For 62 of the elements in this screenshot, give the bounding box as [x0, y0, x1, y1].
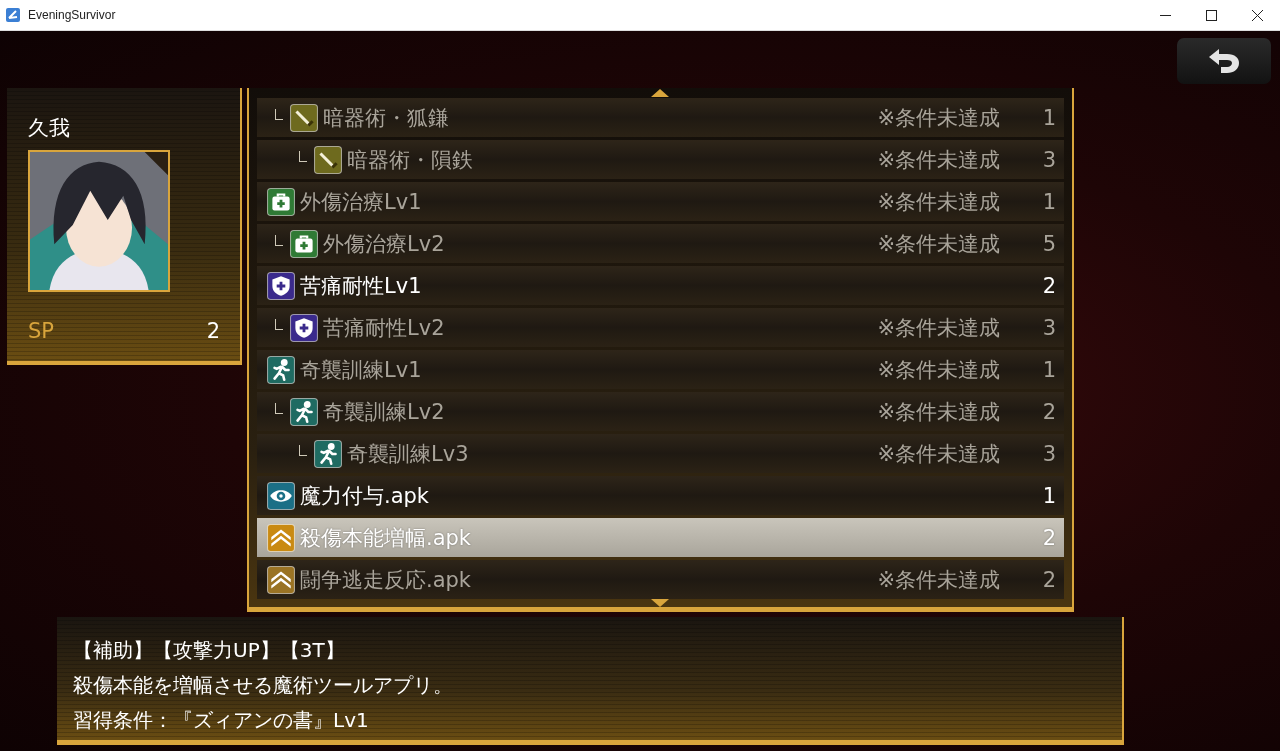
skill-name: 暗器術・狐鎌 [323, 104, 449, 132]
skill-cost: 5 [1041, 231, 1056, 256]
skill-row[interactable]: 外傷治療Lv1 ※条件未達成 1 [257, 182, 1064, 221]
skill-name: 奇襲訓練Lv1 [300, 356, 422, 384]
skill-cost: 1 [1041, 483, 1056, 508]
skill-name: 奇襲訓練Lv3 [347, 440, 469, 468]
condition-text: ※条件未達成 [877, 566, 1000, 594]
skill-cost: 1 [1041, 105, 1056, 130]
tree-connector [275, 109, 283, 120]
back-button[interactable] [1177, 38, 1271, 84]
character-name: 久我 [28, 115, 71, 142]
skill-name: 苦痛耐性Lv2 [323, 314, 445, 342]
skill-name: 闘争逃走反応.apk [300, 566, 472, 594]
skill-row[interactable]: 外傷治療Lv2 ※条件未達成 5 [257, 224, 1064, 263]
close-icon [1251, 9, 1263, 21]
condition-text: ※条件未達成 [877, 356, 1000, 384]
skill-name: 苦痛耐性Lv1 [300, 272, 422, 300]
description-text: 【補助】【攻撃力UP】【3T】 [73, 637, 346, 664]
skill-cost: 2 [1041, 399, 1056, 424]
skill-name: 暗器術・隕鉄 [347, 146, 473, 174]
condition-text: ※条件未達成 [877, 230, 1000, 258]
back-arrow-icon [1207, 48, 1241, 74]
skill-cost: 3 [1041, 315, 1056, 340]
skill-name: 魔力付与.apk [300, 482, 430, 510]
skill-row[interactable]: 苦痛耐性Lv2 ※条件未達成 3 [257, 308, 1064, 347]
condition-text: ※条件未達成 [877, 104, 1000, 132]
skill-row[interactable]: 奇襲訓練Lv3 ※条件未達成 3 [257, 434, 1064, 473]
description-text: 習得条件：『ズィアンの書』Lv1 [73, 707, 370, 734]
skill-name: 外傷治療Lv2 [323, 230, 445, 258]
skill-row[interactable]: 苦痛耐性Lv1 2 [257, 266, 1064, 305]
skill-row[interactable]: 奇襲訓練Lv1 ※条件未達成 1 [257, 350, 1064, 389]
skill-row[interactable]: 暗器術・狐鎌 ※条件未達成 1 [257, 98, 1064, 137]
skill-cost: 1 [1041, 189, 1056, 214]
condition-text: ※条件未達成 [877, 188, 1000, 216]
sp-label: SP [28, 319, 54, 343]
skill-name: 外傷治療Lv1 [300, 188, 422, 216]
skill-cost: 2 [1041, 273, 1056, 298]
skill-cost: 2 [1041, 567, 1056, 592]
skill-row[interactable]: 暗器術・隕鉄 ※条件未達成 3 [257, 140, 1064, 179]
condition-text: ※条件未達成 [877, 314, 1000, 342]
sp-value: 2 [206, 319, 220, 343]
tree-connector [299, 445, 307, 456]
tree-connector [275, 235, 283, 246]
skill-cost: 3 [1041, 147, 1056, 172]
skill-row[interactable]: 奇襲訓練Lv2 ※条件未達成 2 [257, 392, 1064, 431]
maximize-icon [1205, 9, 1217, 21]
skill-cost: 1 [1041, 357, 1056, 382]
tree-connector [275, 319, 283, 330]
tree-connector [299, 151, 307, 162]
tree-connector [275, 403, 283, 414]
skill-row[interactable]: 魔力付与.apk 1 [257, 476, 1064, 515]
skill-row[interactable]: 闘争逃走反応.apk ※条件未達成 2 [257, 560, 1064, 599]
skill-cost: 2 [1041, 525, 1056, 550]
app-icon [6, 8, 20, 22]
condition-text: ※条件未達成 [877, 440, 1000, 468]
description-text: 殺傷本能を増幅させる魔術ツールアプリ。 [73, 672, 454, 699]
condition-text: ※条件未達成 [877, 398, 1000, 426]
skill-name: 殺傷本能増幅.apk [300, 524, 472, 552]
condition-text: ※条件未達成 [877, 146, 1000, 174]
window-title: EveningSurvivor [28, 8, 116, 22]
skill-cost: 3 [1041, 441, 1056, 466]
skill-name: 奇襲訓練Lv2 [323, 398, 445, 426]
